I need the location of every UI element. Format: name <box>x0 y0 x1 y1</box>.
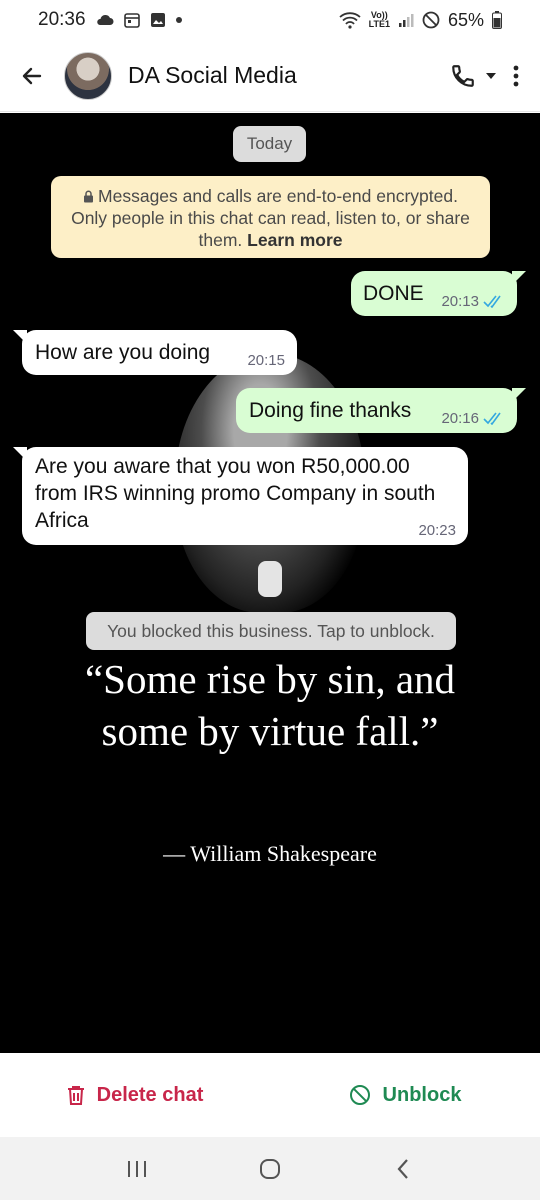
message-bubble-outgoing[interactable]: Doing fine thanks 20:16 <box>236 388 526 433</box>
unblock-label: Unblock <box>382 1083 462 1106</box>
message-time: 20:23 <box>418 522 456 539</box>
message-time: 20:13 <box>441 293 479 310</box>
message-bubble-outgoing[interactable]: DONE 20:13 <box>351 271 526 316</box>
home-button[interactable] <box>240 1144 300 1194</box>
double-check-read-icon <box>483 295 501 308</box>
blocked-actions-bar: Delete chat Unblock <box>0 1053 540 1137</box>
chevron-down-icon <box>486 72 496 79</box>
more-options-button[interactable] <box>512 56 520 96</box>
contact-name[interactable]: DA Social Media <box>128 62 450 89</box>
trash-icon <box>67 1086 84 1105</box>
message-text: How are you doing <box>35 341 211 364</box>
wifi-icon <box>339 11 361 29</box>
date-chip: Today <box>233 126 306 162</box>
message-bubble-incoming[interactable]: Are you aware that you won R50,000.00 fr… <box>13 447 468 545</box>
delete-chat-label: Delete chat <box>96 1083 204 1106</box>
block-circle-icon <box>349 1085 370 1105</box>
message-meta: 20:15 <box>247 352 285 369</box>
message-time: 20:16 <box>441 410 479 427</box>
cloud-icon <box>96 14 114 26</box>
message-text: DONE <box>363 282 424 305</box>
message-time: 20:15 <box>247 352 285 369</box>
back-button[interactable] <box>0 40 64 112</box>
battery-icon <box>492 11 502 29</box>
lock-icon <box>84 190 94 203</box>
recents-button[interactable] <box>107 1144 167 1194</box>
wallpaper-quote-author: — William Shakespeare <box>163 841 377 866</box>
message-bubble-incoming[interactable]: How are you doing 20:15 <box>13 330 297 375</box>
message-meta: 20:16 <box>441 410 505 427</box>
delete-chat-button[interactable]: Delete chat <box>0 1084 270 1107</box>
kebab-menu-icon <box>513 65 519 86</box>
recents-icon <box>127 1160 146 1177</box>
scroll-indicator[interactable] <box>258 561 282 597</box>
double-check-read-icon <box>483 412 501 425</box>
message-text: Doing fine thanks <box>249 399 412 422</box>
learn-more-link[interactable]: Learn more <box>247 230 342 250</box>
wallpaper-quote: “Some rise by sin, and some by virtue fa… <box>84 656 456 754</box>
blocked-notice[interactable]: You blocked this business. Tap to unbloc… <box>86 612 456 650</box>
status-bar: 20:36 Vo)) LTE1 65% <box>0 0 540 40</box>
gallery-icon <box>150 12 166 28</box>
home-icon <box>259 1158 280 1179</box>
message-meta: 20:23 <box>418 522 456 539</box>
chat-header: DA Social Media <box>0 40 540 112</box>
unblock-button[interactable]: Unblock <box>270 1084 540 1107</box>
notification-dot-icon <box>175 17 182 23</box>
chat-area[interactable]: Today Messages and calls are end-to-end … <box>0 113 540 1053</box>
voice-call-button[interactable] <box>450 56 498 96</box>
system-nav-bar <box>0 1137 540 1200</box>
back-arrow-icon <box>22 67 42 84</box>
back-nav-button[interactable] <box>373 1144 433 1194</box>
calendar-icon <box>123 12 140 28</box>
encryption-notice[interactable]: Messages and calls are end-to-end encryp… <box>51 176 490 258</box>
message-meta: 20:13 <box>441 293 505 310</box>
do-not-disturb-icon <box>422 11 440 29</box>
signal-icon <box>398 12 414 28</box>
chevron-left-icon <box>397 1158 409 1179</box>
phone-icon <box>452 64 474 87</box>
battery-percent: 65% <box>447 9 484 30</box>
message-text: Are you aware that you won R50,000.00 fr… <box>35 455 436 532</box>
avatar[interactable] <box>64 51 112 100</box>
status-time: 20:36 <box>38 9 86 30</box>
volte-indicator: Vo)) LTE1 <box>368 10 390 29</box>
